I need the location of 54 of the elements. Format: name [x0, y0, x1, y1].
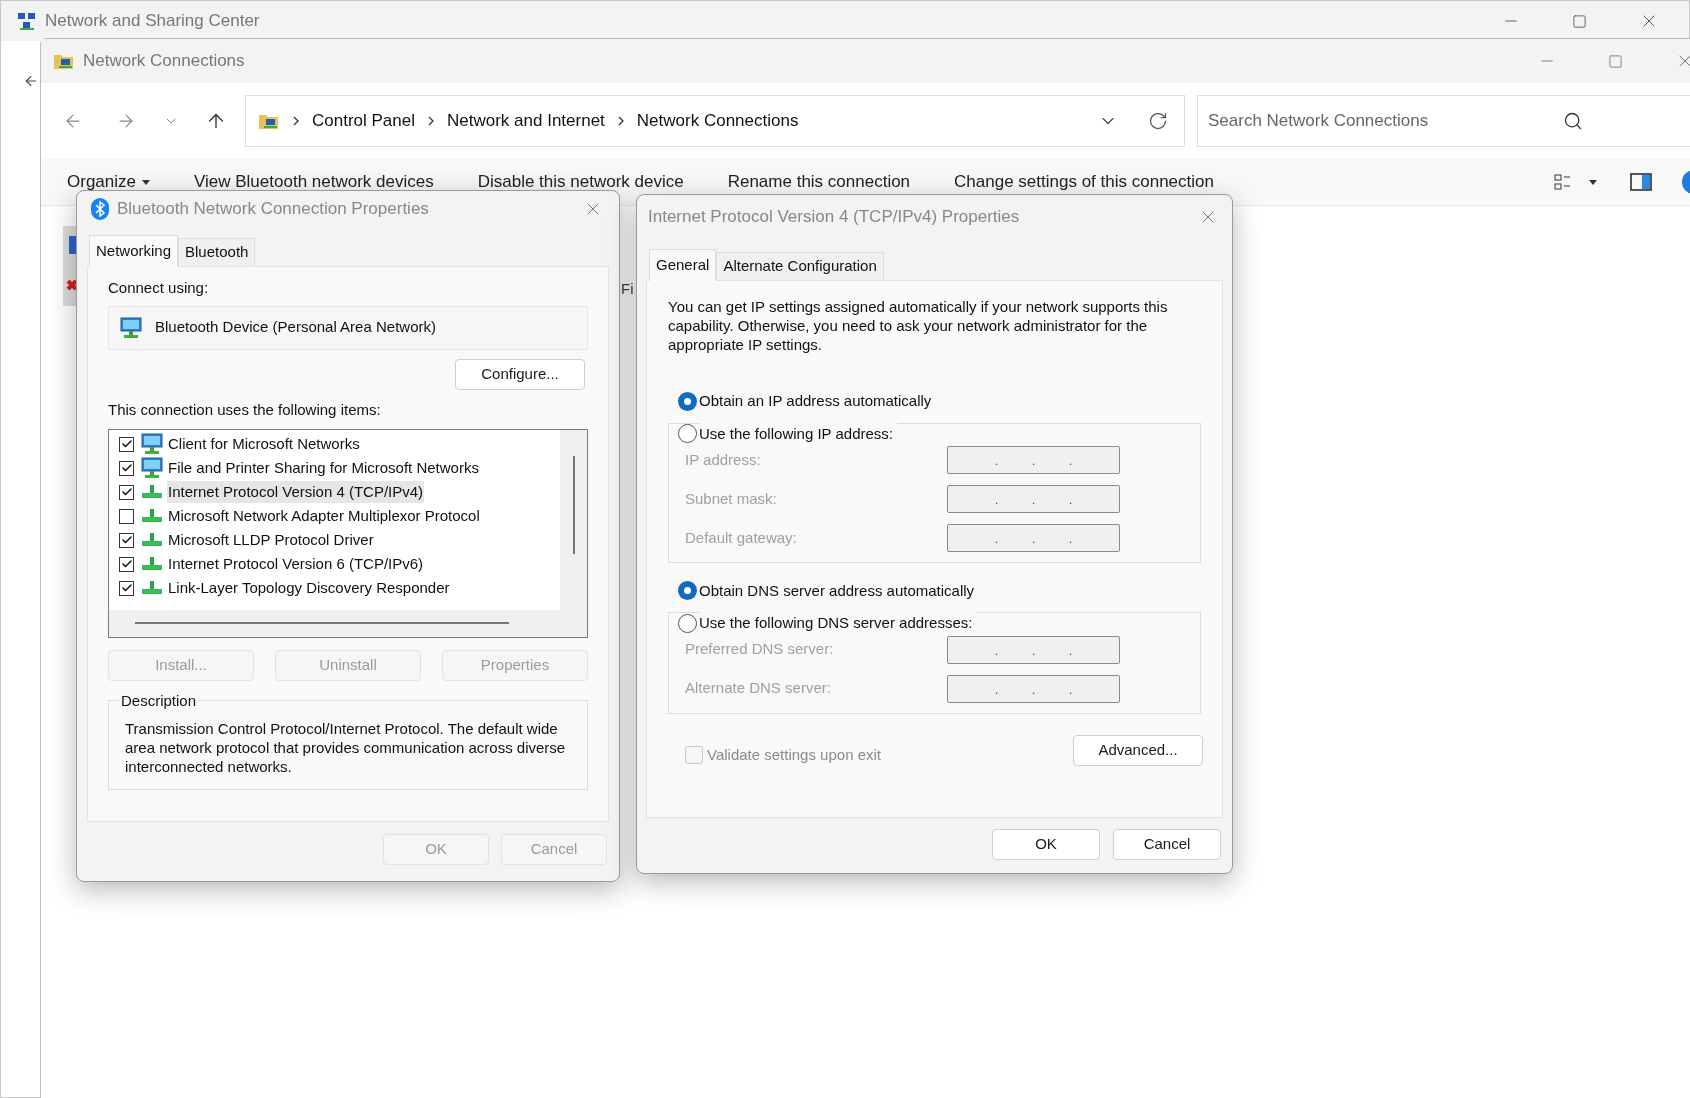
- octet-separator: .: [994, 493, 999, 506]
- dialog-button[interactable]: Cancel: [1113, 829, 1221, 860]
- field-label: Connect using:: [108, 278, 210, 298]
- dialog-tab[interactable]: Networking: [89, 235, 179, 267]
- list-item[interactable]: File and Printer Sharing for Microsoft Networks: [167, 456, 480, 480]
- field-label: IP address:: [685, 449, 762, 470]
- address-bar[interactable]: Control Panel Network and Internet Network Connections: [245, 95, 1185, 147]
- advanced-button[interactable]: Advanced...: [1073, 734, 1203, 766]
- octet-separator: .: [1031, 643, 1036, 657]
- list-label: This connection uses the following items:: [108, 399, 382, 420]
- list-item[interactable]: Client for Microsoft Networks: [167, 432, 361, 456]
- checkbox-label: Validate settings upon exit: [707, 745, 881, 765]
- breadcrumb-item[interactable]: Control Panel: [312, 108, 415, 134]
- list-item[interactable]: Internet Protocol Version 6 (TCP/IPv6): [167, 552, 425, 576]
- octet-separator: .: [994, 643, 999, 657]
- intro-text: You can get IP settings assigned automatically if your network supports this capability. Otherwise, you need to ask your network administrator for the appropriate IP settings.: [668, 297, 1169, 354]
- octet-separator: .: [1068, 493, 1073, 506]
- octet-separator: .: [994, 682, 999, 696]
- field-label: Alternate DNS server:: [685, 678, 832, 699]
- octet-separator: .: [1031, 454, 1036, 467]
- breadcrumb-item[interactable]: Network and Internet: [447, 108, 605, 134]
- list-item[interactable]: Link-Layer Topology Discovery Responder: [167, 576, 451, 600]
- octet-separator: .: [1068, 682, 1073, 696]
- search-field[interactable]: Search Network Connections: [1197, 95, 1690, 147]
- field-label: Default gateway:: [685, 527, 798, 548]
- octet-separator: .: [994, 454, 999, 467]
- command-button[interactable]: Rename this connection: [727, 169, 911, 195]
- configure-button[interactable]: Configure...: [455, 358, 585, 390]
- octet-separator: .: [1031, 682, 1036, 696]
- radio-label: Use the following IP address:: [699, 422, 897, 445]
- field-label: Subnet mask:: [685, 488, 778, 509]
- octet-separator: .: [994, 532, 999, 545]
- dialog-button[interactable]: OK: [992, 829, 1100, 860]
- dialog-tab[interactable]: General: [649, 249, 717, 281]
- list-item[interactable]: Microsoft LLDP Protocol Driver: [167, 528, 375, 552]
- field-label: Preferred DNS server:: [685, 639, 835, 660]
- dialog-title: Bluetooth Network Connection Properties: [117, 198, 429, 221]
- device-name: Bluetooth Device (Personal Area Network): [155, 317, 436, 338]
- dialog-tab[interactable]: Alternate Configuration: [716, 252, 884, 280]
- octet-separator: .: [1031, 493, 1036, 506]
- list-item[interactable]: Internet Protocol Version 4 (TCP/IPv4): [167, 480, 425, 504]
- octet-separator: .: [1068, 643, 1073, 657]
- connection-name-text: Fi: [621, 279, 634, 299]
- window-title: Network Connections: [83, 50, 245, 73]
- dialog-title: Internet Protocol Version 4 (TCP/IPv4) Properties: [648, 206, 1020, 229]
- list-item[interactable]: Microsoft Network Adapter Multiplexor Protocol: [167, 504, 481, 528]
- octet-separator: .: [1068, 454, 1073, 467]
- breadcrumb-item[interactable]: Network Connections: [636, 108, 799, 134]
- dialog-tab[interactable]: Bluetooth: [178, 238, 256, 266]
- window-title: Network and Sharing Center: [45, 10, 260, 33]
- octet-separator: .: [1068, 532, 1073, 545]
- command-button[interactable]: Change settings of this connection: [954, 169, 1214, 195]
- description-text: Transmission Control Protocol/Internet Protocol. The default wide area network protocol that provides communication across diverse interconnected networks.: [125, 719, 567, 776]
- octet-separator: .: [1031, 532, 1036, 545]
